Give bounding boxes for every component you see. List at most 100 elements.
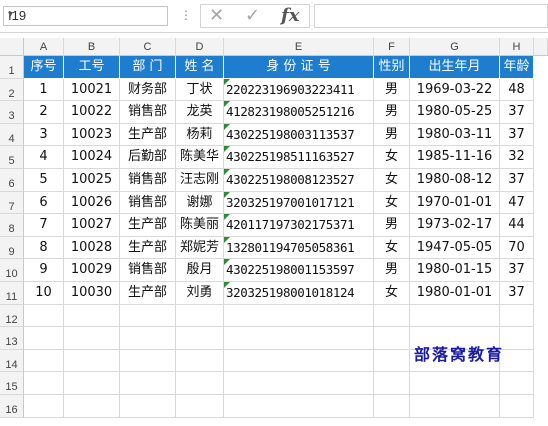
table-cell[interactable]: 10025 xyxy=(64,169,120,192)
empty-cell[interactable] xyxy=(374,372,410,395)
id-number-cell[interactable]: 132801194705058361 xyxy=(224,236,374,260)
empty-cell[interactable] xyxy=(120,372,176,395)
empty-cell[interactable] xyxy=(120,349,176,373)
table-cell[interactable]: 37 xyxy=(500,282,534,305)
empty-cell[interactable] xyxy=(64,395,120,418)
table-cell[interactable]: 1980-01-15 xyxy=(410,259,500,282)
insert-function-icon[interactable]: fx xyxy=(281,5,299,26)
empty-cell[interactable] xyxy=(176,395,224,418)
table-cell[interactable]: 1969-03-22 xyxy=(410,78,500,102)
column-header-c[interactable]: C xyxy=(120,38,176,56)
id-number-cell[interactable]: 220223196903223411 xyxy=(224,78,374,102)
empty-cell[interactable] xyxy=(176,304,224,328)
table-cell[interactable]: 男 xyxy=(374,214,410,237)
cancel-icon[interactable]: ✕ xyxy=(209,5,224,26)
empty-cell[interactable] xyxy=(176,327,224,350)
table-cell[interactable]: 男 xyxy=(374,123,410,147)
table-cell[interactable]: 生产部 xyxy=(120,123,176,147)
row-header-16[interactable]: 16 xyxy=(0,395,24,418)
table-cell[interactable]: 10028 xyxy=(64,236,120,260)
empty-cell[interactable] xyxy=(64,304,120,328)
id-number-cell[interactable]: 420117197302175371 xyxy=(224,214,374,237)
row-header-3[interactable]: 3 xyxy=(0,101,24,124)
table-cell[interactable]: 10026 xyxy=(64,191,120,215)
table-cell[interactable]: 销售部 xyxy=(120,259,176,282)
empty-cell[interactable] xyxy=(374,304,410,328)
table-cell[interactable]: 男 xyxy=(374,259,410,282)
empty-cell[interactable] xyxy=(120,327,176,350)
empty-cell[interactable] xyxy=(24,372,64,395)
table-cell[interactable]: 后勤部 xyxy=(120,146,176,169)
table-cell[interactable]: 郑妮芳 xyxy=(176,236,224,260)
table-header-cell[interactable]: 年龄 xyxy=(500,56,534,79)
table-cell[interactable]: 龙英 xyxy=(176,101,224,124)
table-cell[interactable]: 财务部 xyxy=(120,78,176,102)
empty-cell[interactable] xyxy=(410,372,500,395)
empty-cell[interactable] xyxy=(224,372,374,395)
table-cell[interactable]: 男 xyxy=(374,78,410,102)
empty-cell[interactable] xyxy=(64,372,120,395)
row-header-4[interactable]: 4 xyxy=(0,123,24,147)
table-cell[interactable]: 37 xyxy=(500,123,534,147)
table-header-cell[interactable]: 工号 xyxy=(64,56,120,79)
empty-cell[interactable] xyxy=(500,372,534,395)
empty-cell[interactable] xyxy=(24,395,64,418)
table-cell[interactable]: 10027 xyxy=(64,214,120,237)
row-header-10[interactable]: 10 xyxy=(0,259,24,282)
column-header-h[interactable]: H xyxy=(500,38,534,56)
table-cell[interactable]: 陈美丽 xyxy=(176,214,224,237)
row-header-8[interactable]: 8 xyxy=(0,214,24,237)
confirm-icon[interactable]: ✓ xyxy=(245,5,260,26)
table-cell[interactable]: 37 xyxy=(500,101,534,124)
table-cell[interactable]: 生产部 xyxy=(120,236,176,260)
table-cell[interactable]: 女 xyxy=(374,191,410,215)
table-cell[interactable]: 8 xyxy=(24,236,64,260)
table-cell[interactable]: 32 xyxy=(500,146,534,169)
empty-cell[interactable] xyxy=(224,304,374,328)
row-header-12[interactable]: 12 xyxy=(0,304,24,328)
table-header-cell[interactable]: 部 门 xyxy=(120,56,176,79)
id-number-cell[interactable]: 320325198001018124 xyxy=(224,282,374,305)
table-cell[interactable]: 9 xyxy=(24,259,64,282)
row-header-11[interactable]: 11 xyxy=(0,282,24,305)
id-number-cell[interactable]: 430225198511163527 xyxy=(224,146,374,169)
table-cell[interactable]: 1973-02-17 xyxy=(410,214,500,237)
table-cell[interactable]: 37 xyxy=(500,259,534,282)
table-cell[interactable]: 10029 xyxy=(64,259,120,282)
table-cell[interactable]: 男 xyxy=(374,101,410,124)
empty-cell[interactable] xyxy=(500,349,534,373)
empty-cell[interactable] xyxy=(374,349,410,373)
chevron-down-icon[interactable]: ▾ xyxy=(8,9,163,20)
empty-cell[interactable] xyxy=(120,395,176,418)
empty-cell[interactable] xyxy=(176,372,224,395)
row-header-14[interactable]: 14 xyxy=(0,349,24,373)
empty-cell[interactable] xyxy=(500,395,534,418)
empty-cell[interactable] xyxy=(120,304,176,328)
table-header-cell[interactable]: 出生年月 xyxy=(410,56,500,79)
table-cell[interactable]: 2 xyxy=(24,101,64,124)
table-cell[interactable]: 6 xyxy=(24,191,64,215)
id-number-cell[interactable]: 412823198005251216 xyxy=(224,101,374,124)
table-cell[interactable]: 10 xyxy=(24,282,64,305)
table-cell[interactable]: 1947-05-05 xyxy=(410,236,500,260)
table-cell[interactable]: 10022 xyxy=(64,101,120,124)
table-cell[interactable]: 44 xyxy=(500,214,534,237)
empty-cell[interactable] xyxy=(24,327,64,350)
empty-cell[interactable] xyxy=(410,304,500,328)
table-cell[interactable]: 刘勇 xyxy=(176,282,224,305)
empty-cell[interactable] xyxy=(64,349,120,373)
table-cell[interactable]: 1 xyxy=(24,78,64,102)
table-cell[interactable]: 5 xyxy=(24,169,64,192)
empty-cell[interactable] xyxy=(224,395,374,418)
row-header-1[interactable]: 1 xyxy=(0,56,24,79)
id-number-cell[interactable]: 320325197001017121 xyxy=(224,191,374,215)
empty-cell[interactable] xyxy=(176,349,224,373)
table-cell[interactable]: 谢娜 xyxy=(176,191,224,215)
empty-cell[interactable] xyxy=(374,395,410,418)
table-cell[interactable]: 销售部 xyxy=(120,191,176,215)
table-cell[interactable]: 女 xyxy=(374,282,410,305)
empty-cell[interactable] xyxy=(410,395,500,418)
empty-cell[interactable] xyxy=(224,327,374,350)
table-cell[interactable]: 女 xyxy=(374,146,410,169)
row-header-13[interactable]: 13 xyxy=(0,327,24,350)
